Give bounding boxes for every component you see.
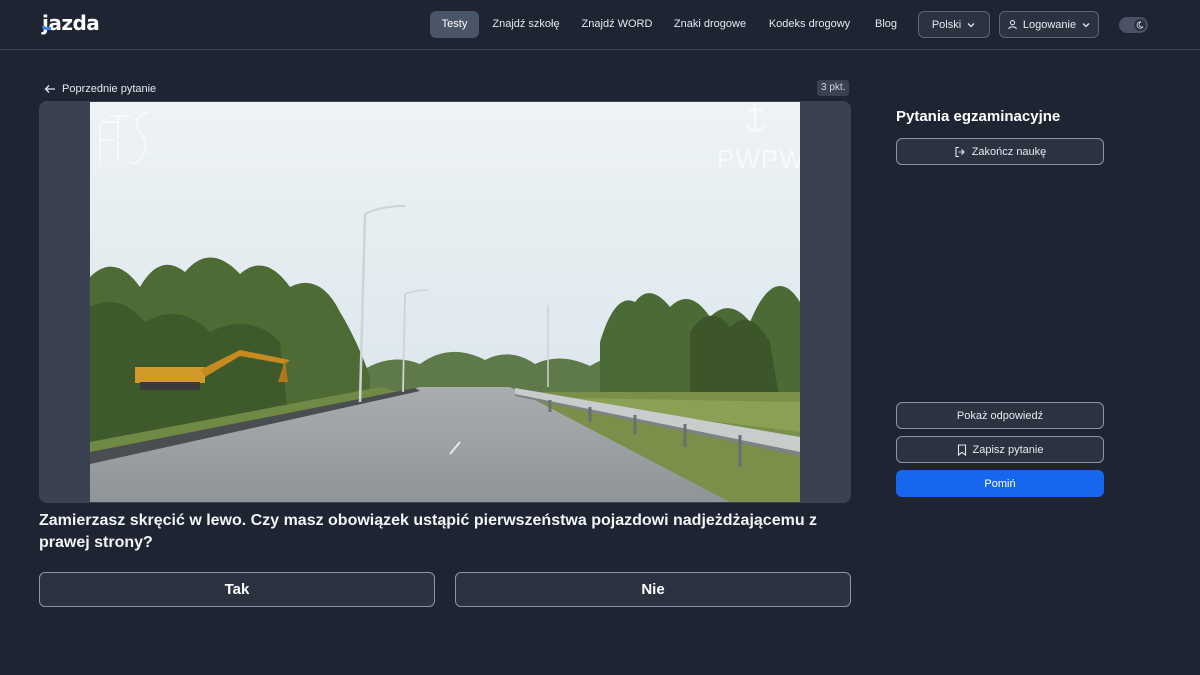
nav-link-road-signs[interactable]: Znaki drogowe	[669, 11, 751, 38]
answer-no-button[interactable]: Nie	[455, 572, 851, 607]
question-image: PWPW	[90, 102, 800, 502]
nav-link-tests[interactable]: Testy	[430, 11, 479, 38]
question-text: Zamierzasz skręcić w lewo. Czy masz obow…	[39, 512, 818, 551]
points-badge: 3 pkt.	[817, 80, 850, 96]
moon-icon	[1134, 19, 1146, 31]
login-label: Logowanie	[1022, 18, 1077, 31]
top-navbar: jazda Testy Znajdź szkołę Znajdź WORD Zn…	[0, 0, 1200, 50]
login-dropdown[interactable]: Logowanie	[999, 11, 1099, 38]
show-answer-button[interactable]: Pokaż odpowiedź	[896, 402, 1104, 429]
logo-mark	[42, 26, 51, 30]
theme-toggle[interactable]	[1119, 17, 1148, 33]
save-question-label: Zapisz pytanie	[972, 443, 1044, 456]
skip-button[interactable]: Pomiń	[896, 470, 1104, 497]
chevron-down-icon	[966, 20, 976, 30]
previous-question-link[interactable]: Poprzednie pytanie	[44, 81, 156, 96]
answer-yes-button[interactable]: Tak	[39, 572, 435, 607]
language-select[interactable]: Polski	[918, 11, 990, 38]
nav-link-find-school[interactable]: Znajdź szkołę	[488, 11, 564, 38]
sidebar-title: Pytania egzaminacyjne	[896, 108, 1061, 125]
bookmark-icon	[957, 443, 967, 456]
language-label: Polski	[931, 18, 962, 31]
chevron-down-icon	[1081, 20, 1091, 30]
previous-question-label: Poprzednie pytanie	[62, 82, 157, 95]
finish-learning-button[interactable]: Zakończ naukę	[896, 138, 1104, 165]
nav-link-find-word[interactable]: Znajdź WORD	[578, 11, 656, 38]
watermark-text: PWPW	[717, 144, 800, 174]
save-question-button[interactable]: Zapisz pytanie	[896, 436, 1104, 463]
arrow-left-icon	[44, 84, 56, 94]
nav-link-blog[interactable]: Blog	[868, 11, 904, 38]
question-media-frame: PWPW	[39, 101, 851, 503]
logout-icon	[954, 146, 966, 158]
finish-learning-label: Zakończ naukę	[971, 145, 1047, 158]
logo[interactable]: jazda	[42, 11, 100, 35]
nav-link-traffic-code[interactable]: Kodeks drogowy	[764, 11, 855, 38]
user-icon	[1007, 19, 1018, 30]
